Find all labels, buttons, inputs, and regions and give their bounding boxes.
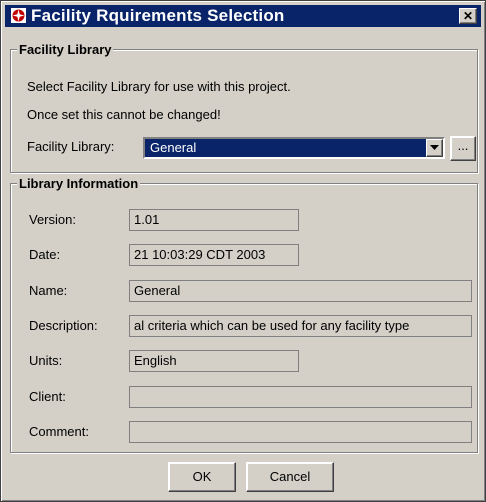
units-field: English	[129, 350, 299, 372]
instruction-select-library: Select Facility Library for use with thi…	[27, 79, 291, 94]
comment-field	[129, 421, 472, 443]
description-field: al criteria which can be used for any fa…	[129, 315, 472, 337]
facility-library-selected-value: General	[150, 140, 197, 155]
version-field: 1.01	[129, 209, 299, 231]
instruction-cannot-change: Once set this cannot be changed!	[27, 107, 221, 122]
cancel-button[interactable]: Cancel	[246, 462, 334, 492]
chevron-down-icon[interactable]	[426, 139, 443, 157]
facility-library-label: Facility Library:	[27, 139, 115, 154]
library-information-legend: Library Information	[17, 176, 141, 191]
dialog-window: Facility Rquirements Selection ✕ Facilit…	[0, 0, 486, 502]
client-field	[129, 386, 472, 408]
version-label: Version:	[29, 212, 76, 227]
description-label: Description:	[29, 318, 98, 333]
name-field: General	[129, 280, 472, 302]
window-title: Facility Rquirements Selection	[31, 6, 285, 25]
browse-button[interactable]: ...	[450, 136, 476, 161]
facility-library-select[interactable]: General	[143, 137, 445, 159]
close-icon[interactable]: ✕	[459, 8, 477, 24]
ok-button[interactable]: OK	[168, 462, 236, 492]
compass-icon	[11, 8, 26, 23]
name-label: Name:	[29, 283, 68, 298]
date-field: 21 10:03:29 CDT 2003	[129, 244, 299, 266]
comment-label: Comment:	[29, 424, 89, 439]
title-bar[interactable]: Facility Rquirements Selection ✕	[5, 5, 481, 27]
units-label: Units:	[29, 353, 63, 368]
facility-library-legend: Facility Library	[17, 42, 114, 57]
client-label: Client:	[29, 389, 66, 404]
date-label: Date:	[29, 247, 61, 262]
